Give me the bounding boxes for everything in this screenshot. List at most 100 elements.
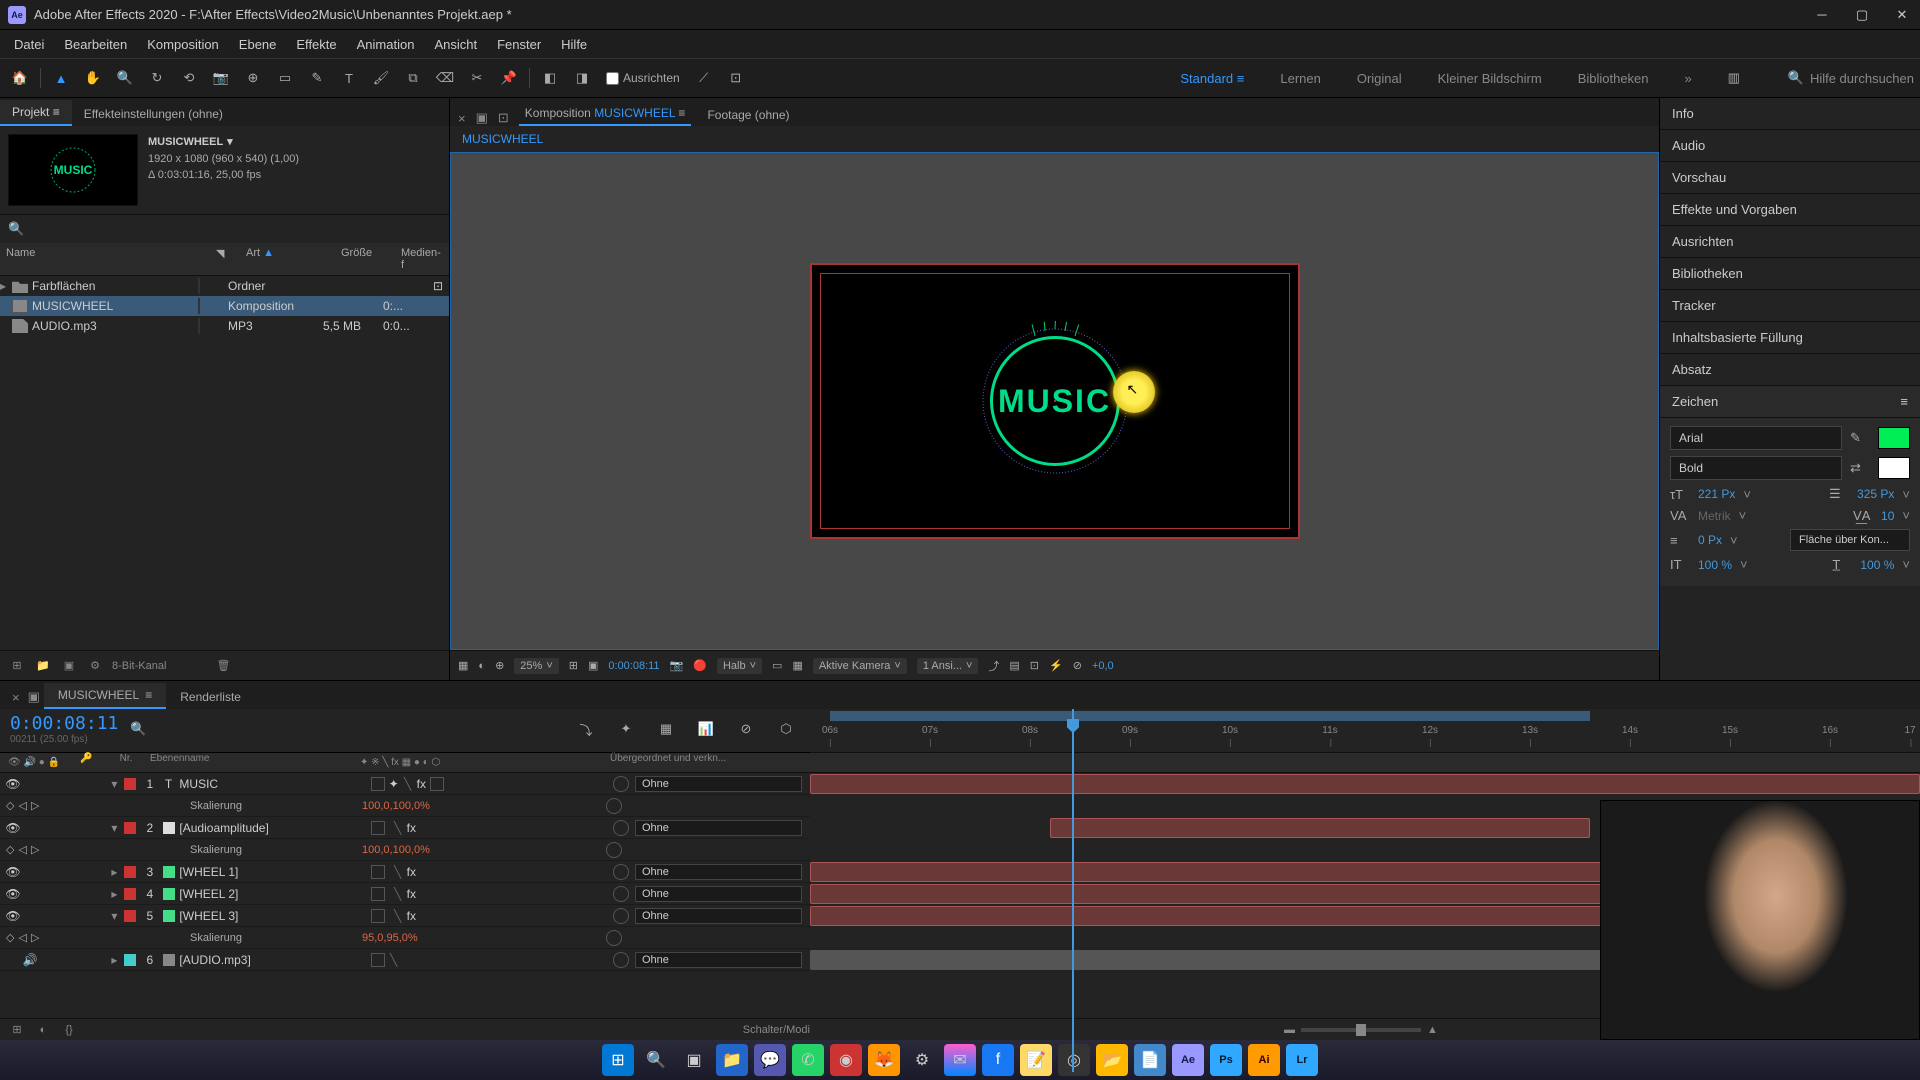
- vf-grid-button[interactable]: ▦: [458, 659, 468, 672]
- tl-shy-button[interactable]: ⤵: [572, 715, 600, 743]
- prop-pickwhip[interactable]: [606, 930, 622, 946]
- panel-tracker[interactable]: Tracker: [1660, 290, 1920, 322]
- tl-tab-render[interactable]: Renderliste: [166, 685, 255, 709]
- taskbar-app-1[interactable]: ◉: [830, 1044, 862, 1076]
- vf-guides-button[interactable]: ▣: [588, 659, 598, 672]
- workspace-kleiner[interactable]: Kleiner Bildschirm: [1430, 67, 1550, 90]
- switches-modes-toggle[interactable]: Schalter/Modi: [743, 1024, 810, 1036]
- col-media[interactable]: Medien-f: [395, 243, 449, 275]
- menu-animation[interactable]: Animation: [347, 33, 425, 56]
- vf-3d-button[interactable]: ▤: [1009, 659, 1019, 672]
- parent-pickwhip[interactable]: [613, 776, 629, 792]
- layer-name[interactable]: [WHEEL 1]: [177, 865, 366, 879]
- parent-pickwhip[interactable]: [613, 886, 629, 902]
- workspace-reset[interactable]: ▥: [1720, 64, 1748, 92]
- resolution-select[interactable]: Halb ˅: [717, 658, 762, 674]
- panel-ausrichten[interactable]: Ausrichten: [1660, 226, 1920, 258]
- puppet-tool[interactable]: 📌: [495, 64, 523, 92]
- anchor-tool[interactable]: ⊕: [239, 64, 267, 92]
- zoom-slider[interactable]: [1301, 1028, 1421, 1032]
- prop-value[interactable]: 100,0,100,0%: [362, 800, 430, 812]
- taskbar-firefox[interactable]: 🦊: [868, 1044, 900, 1076]
- tab-effekteinstellungen[interactable]: Effekteinstellungen (ohne): [72, 102, 235, 126]
- taskbar-whatsapp[interactable]: ✆: [792, 1044, 824, 1076]
- layer-bar-1[interactable]: [810, 774, 1920, 794]
- project-search-icon[interactable]: 🔍: [8, 221, 24, 237]
- eye-toggle[interactable]: 👁: [6, 909, 20, 923]
- taskbar-ae[interactable]: Ae: [1172, 1044, 1204, 1076]
- menu-fenster[interactable]: Fenster: [487, 33, 551, 56]
- prop-value[interactable]: 95,0,95,0%: [362, 932, 418, 944]
- workspace-original[interactable]: Original: [1349, 67, 1410, 90]
- font-family-select[interactable]: Arial: [1670, 426, 1842, 450]
- eye-toggle[interactable]: 👁: [6, 865, 20, 879]
- menu-datei[interactable]: Datei: [4, 33, 54, 56]
- views-select[interactable]: 1 Ansi... ˅: [917, 658, 979, 674]
- menu-ansicht[interactable]: Ansicht: [424, 33, 487, 56]
- layer-row-6[interactable]: 🔊 ▸ 6 [AUDIO.mp3] ╲ Ohne: [0, 949, 810, 971]
- zoom-out-icon[interactable]: ▬: [1284, 1024, 1295, 1036]
- timeline-ruler[interactable]: 06s 07s 08s 09s 10s 11s 12s 13s 14s 15s …: [810, 709, 1920, 753]
- vf-snapshot-button[interactable]: 📷: [670, 659, 684, 672]
- panel-effekte[interactable]: Effekte und Vorgaben: [1660, 194, 1920, 226]
- taskbar-ai[interactable]: Ai: [1248, 1044, 1280, 1076]
- col-name[interactable]: Name: [0, 243, 210, 275]
- vf-renderer-button[interactable]: ⊡: [1030, 659, 1039, 672]
- prop-value[interactable]: 100,0,100,0%: [362, 844, 430, 856]
- vscale-value[interactable]: 100 %: [1698, 558, 1732, 572]
- tl-graph-button[interactable]: 📊: [692, 715, 720, 743]
- fill-color-swatch[interactable]: [1878, 427, 1910, 449]
- workspace-biblio[interactable]: Bibliotheken: [1570, 67, 1657, 90]
- panel-zeichen[interactable]: Zeichen≡: [1660, 386, 1920, 418]
- font-size-value[interactable]: 221 Px: [1698, 487, 1735, 501]
- layer-name[interactable]: [WHEEL 3]: [177, 909, 366, 923]
- vf-transparency-button[interactable]: ▦: [792, 659, 802, 672]
- parent-pickwhip[interactable]: [613, 952, 629, 968]
- tl-mblur-button[interactable]: ⊘: [732, 715, 760, 743]
- vf-alpha-button[interactable]: ⊕: [495, 659, 504, 672]
- mask-tool-1[interactable]: ◧: [536, 64, 564, 92]
- zoom-tool[interactable]: 🔍: [111, 64, 139, 92]
- parent-pickwhip[interactable]: [613, 864, 629, 880]
- col-art[interactable]: Art ▲: [240, 243, 335, 275]
- stroke-color-swatch[interactable]: [1878, 457, 1910, 479]
- tracking-value[interactable]: 10: [1881, 509, 1894, 523]
- vf-share-button[interactable]: ⤴: [988, 658, 999, 674]
- new-comp-button[interactable]: ▣: [60, 657, 78, 675]
- panel-bibliotheken[interactable]: Bibliotheken: [1660, 258, 1920, 290]
- layer-twirl[interactable]: ▸: [105, 865, 125, 879]
- folder-toggle[interactable]: ▸: [0, 279, 12, 293]
- workspace-lernen[interactable]: Lernen: [1272, 67, 1328, 90]
- eye-toggle[interactable]: 👁: [6, 821, 20, 835]
- layer-row-2[interactable]: 👁 ▾ 2 [Audioamplitude] ╲fx Ohne: [0, 817, 810, 839]
- row-label[interactable]: [198, 318, 200, 334]
- taskbar-teams[interactable]: 💬: [754, 1044, 786, 1076]
- maximize-button[interactable]: ▢: [1852, 5, 1872, 25]
- panel-absatz[interactable]: Absatz: [1660, 354, 1920, 386]
- workspace-more[interactable]: »: [1677, 67, 1700, 90]
- depth-toggle[interactable]: 8-Bit-Kanal: [112, 660, 166, 672]
- menu-ebene[interactable]: Ebene: [229, 33, 287, 56]
- menu-komposition[interactable]: Komposition: [137, 33, 229, 56]
- layer-twirl[interactable]: ▾: [105, 777, 125, 791]
- col-nr[interactable]: Nr.: [106, 753, 146, 772]
- text-tool[interactable]: T: [335, 64, 363, 92]
- new-folder-button[interactable]: 📁: [34, 657, 52, 675]
- parent-select[interactable]: Ohne: [635, 820, 802, 836]
- camera-tool[interactable]: 📷: [207, 64, 235, 92]
- row-label[interactable]: [198, 298, 200, 314]
- taskbar-facebook[interactable]: f: [982, 1044, 1014, 1076]
- work-area-bar[interactable]: [830, 711, 1590, 721]
- switch-box[interactable]: [430, 777, 444, 791]
- pen-tool[interactable]: ✎: [303, 64, 331, 92]
- zoom-select[interactable]: 25% ˅: [514, 658, 558, 674]
- prop-name[interactable]: Skalierung: [160, 844, 356, 856]
- zoom-in-icon[interactable]: ▲: [1427, 1024, 1438, 1036]
- rotate-tool[interactable]: ⟲: [175, 64, 203, 92]
- minimize-button[interactable]: ─: [1812, 5, 1832, 25]
- stroke-mode-select[interactable]: Fläche über Kon...: [1790, 529, 1910, 551]
- tab-projekt[interactable]: Projekt ≡: [0, 100, 72, 126]
- vf-roi-button[interactable]: ▭: [772, 659, 782, 672]
- layer-twirl[interactable]: ▾: [105, 909, 125, 923]
- tl-toggle-2[interactable]: ◐: [34, 1021, 52, 1039]
